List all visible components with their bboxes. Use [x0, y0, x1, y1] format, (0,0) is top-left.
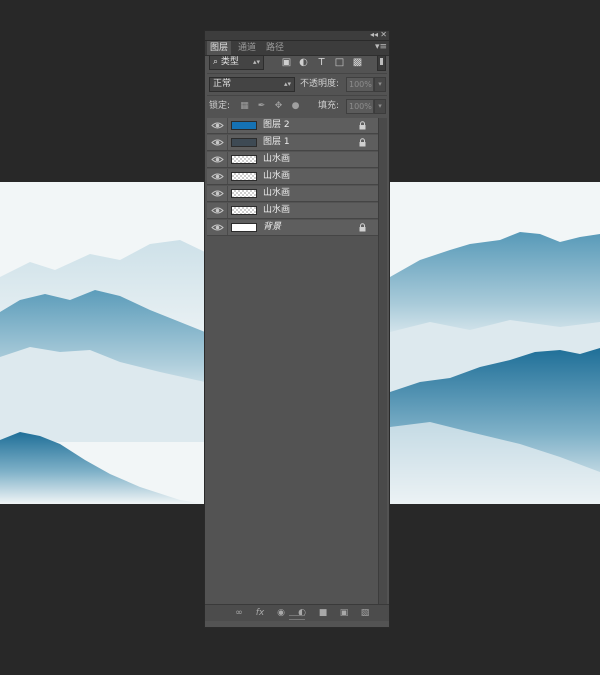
pixel-filter-icon[interactable]: ▣ [281, 57, 292, 68]
eye-visibility-icon[interactable] [211, 136, 224, 149]
divider [227, 186, 228, 201]
eye-visibility-icon[interactable] [211, 170, 224, 183]
tab-layers[interactable]: 图层 [207, 41, 232, 55]
eye-visibility-icon[interactable] [211, 187, 224, 200]
divider [227, 220, 228, 235]
layer-name[interactable]: 图层 1 [263, 135, 290, 150]
layer-name[interactable]: 山水画 [263, 169, 290, 184]
lock-label: 锁定: [209, 101, 231, 111]
layer-row[interactable]: 山水画 [207, 186, 379, 202]
lock-all-icon[interactable]: ● [290, 101, 301, 112]
layer-row[interactable]: 图层 1 [207, 135, 379, 151]
mask-icon[interactable]: ◉ [275, 607, 287, 619]
layers-bottom-toolbar: ∞ fx ◉ ◐ ■ ▣ ▧ [205, 604, 389, 621]
fx-icon[interactable]: fx [254, 607, 266, 619]
lock-position-icon[interactable]: ✥ [273, 101, 284, 112]
lock-icon [358, 223, 367, 232]
fill-label: 填充: [318, 101, 340, 111]
layer-thumbnail[interactable] [231, 206, 257, 215]
layer-thumbnail[interactable] [231, 223, 257, 232]
layer-thumbnail[interactable] [231, 189, 257, 198]
fill-input[interactable]: 100% [346, 99, 374, 114]
layer-name[interactable]: 山水画 [263, 152, 290, 167]
divider [227, 169, 228, 184]
smart-object-filter-icon[interactable]: ▩ [352, 57, 363, 68]
divider [227, 118, 228, 133]
layer-name[interactable]: 山水画 [263, 203, 290, 218]
layers-panel: ◂◂ ✕ 图层 通道 路径 ▾≡ ⌕ 类型 ▴▾ ▣ ◐ T □ ▩ 正常 ▴▾… [204, 30, 390, 628]
layer-name[interactable]: 背景 [263, 220, 281, 235]
eye-visibility-icon[interactable] [211, 204, 224, 217]
type-filter-icon[interactable]: T [316, 57, 327, 68]
layer-name[interactable]: 山水画 [263, 186, 290, 201]
double-chevron-left-icon[interactable]: ◂◂ [370, 30, 378, 40]
panel-menu-icon[interactable]: ▾≡ [375, 41, 387, 53]
divider [227, 203, 228, 218]
opacity-dropdown-icon[interactable]: ▾ [374, 77, 386, 92]
layer-row[interactable]: 图层 2 [207, 118, 379, 134]
layer-filter-row: ⌕ 类型 ▴▾ ▣ ◐ T □ ▩ [208, 55, 386, 71]
layer-thumbnail[interactable] [231, 121, 257, 130]
new-layer-icon[interactable]: ▣ [338, 607, 350, 619]
blend-mode-value: 正常 [213, 79, 232, 89]
chevron-updown-icon: ▴▾ [283, 80, 291, 88]
lock-image-pixels-icon[interactable]: ✒ [256, 101, 267, 112]
tab-channels[interactable]: 通道 [235, 41, 259, 55]
panel-tabs: 图层 通道 路径 ▾≡ [205, 41, 389, 56]
eye-visibility-icon[interactable] [211, 119, 224, 132]
layer-row[interactable]: 山水画 [207, 152, 379, 168]
shape-filter-icon[interactable]: □ [334, 57, 345, 68]
eye-visibility-icon[interactable] [211, 221, 224, 234]
layer-name[interactable]: 图层 2 [263, 118, 290, 133]
blend-row: 正常 ▴▾ 不透明度: 100% ▾ [208, 77, 386, 93]
fill-dropdown-icon[interactable]: ▾ [374, 99, 386, 114]
lock-transparent-pixels-icon[interactable]: ▦ [239, 101, 250, 112]
filter-kind-select[interactable]: ⌕ 类型 ▴▾ [209, 55, 264, 70]
layer-row[interactable]: 山水画 [207, 169, 379, 185]
layer-row[interactable]: 背景 [207, 220, 379, 236]
opacity-input[interactable]: 100% [346, 77, 374, 92]
layer-list: 图层 2 图层 1 山水画 山水画 山水画 山水画 背景 [207, 118, 379, 608]
trash-icon[interactable]: ▧ [359, 607, 371, 619]
folder-icon[interactable]: ■ [317, 607, 329, 619]
search-icon: ⌕ [213, 57, 219, 67]
chevron-updown-icon: ▴▾ [252, 58, 260, 66]
lock-row: 锁定: ▦ ✒ ✥ ● 填充: 100% ▾ [208, 99, 386, 115]
panel-resize-grip[interactable] [289, 615, 305, 620]
layer-thumbnail[interactable] [231, 138, 257, 147]
layer-list-scrollbar[interactable] [378, 118, 387, 608]
opacity-label: 不透明度: [300, 79, 340, 89]
layer-row[interactable]: 山水画 [207, 203, 379, 219]
divider [227, 135, 228, 150]
lock-icon [358, 138, 367, 147]
divider [207, 95, 387, 96]
eye-visibility-icon[interactable] [211, 153, 224, 166]
adjustment-filter-icon[interactable]: ◐ [298, 57, 309, 68]
filter-toggle-switch[interactable] [377, 55, 386, 71]
blend-mode-select[interactable]: 正常 ▴▾ [209, 77, 295, 92]
close-icon[interactable]: ✕ [380, 30, 387, 40]
filter-kind-label: 类型 [220, 57, 239, 67]
link-icon[interactable]: ∞ [233, 607, 245, 619]
layer-thumbnail[interactable] [231, 155, 257, 164]
divider [227, 152, 228, 167]
lock-icon [358, 121, 367, 130]
divider [207, 73, 387, 74]
panel-titlebar[interactable]: ◂◂ ✕ [205, 30, 389, 41]
tab-paths[interactable]: 路径 [263, 41, 287, 55]
layer-thumbnail[interactable] [231, 172, 257, 181]
